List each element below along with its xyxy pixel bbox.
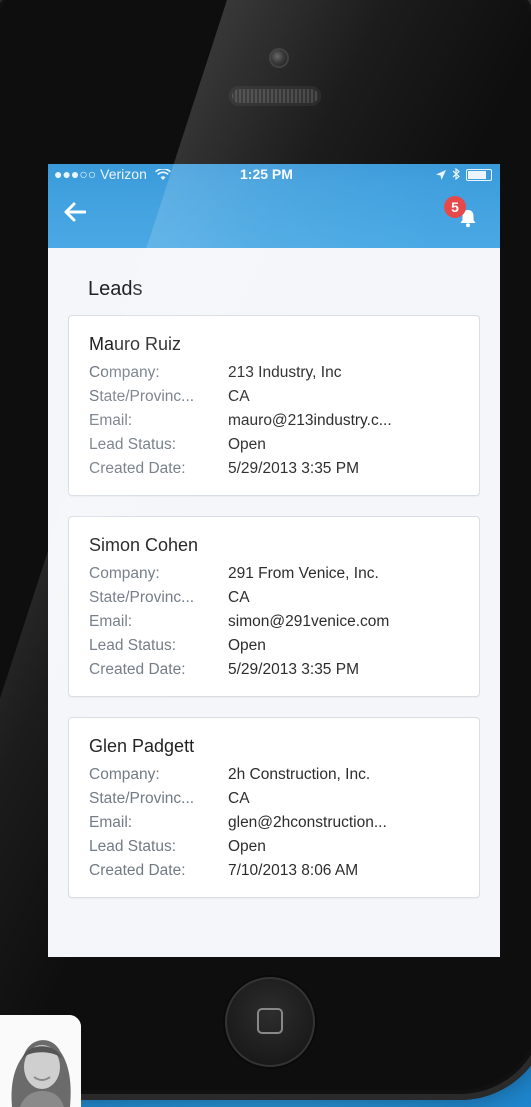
field-value: 2h Construction, Inc. [228, 766, 371, 783]
lead-field-row: Email: mauro@213industry.c... [89, 409, 459, 433]
field-value: 213 Industry, Inc [228, 364, 342, 381]
avatar-photo-icon [0, 1015, 81, 1107]
field-label: Lead Status: [89, 838, 177, 855]
lead-field-row: Company: 291 From Venice, Inc. [89, 562, 459, 586]
field-label: State/Provinc... [89, 388, 195, 405]
lead-field-row: Lead Status: Open [89, 433, 459, 457]
field-label: Email: [89, 412, 133, 429]
lead-field-row: Company: 213 Industry, Inc [89, 361, 459, 385]
leads-list: Leads Mauro Ruiz Company: 213 Industry, I… [48, 248, 500, 898]
field-value: glen@2hconstruction... [228, 814, 387, 831]
presenter-avatar [0, 1015, 81, 1107]
field-value: CA [228, 790, 250, 807]
field-value: mauro@213industry.c... [228, 412, 392, 429]
status-bar: ●●●○○ Verizon 1:25 PM [48, 164, 500, 184]
page-title: Leads [88, 278, 143, 300]
status-icons [436, 167, 492, 183]
field-label: State/Provinc... [89, 790, 195, 807]
lead-name: Mauro Ruiz [89, 334, 182, 354]
field-value: Open [228, 838, 266, 855]
field-value: Open [228, 637, 266, 654]
home-square-icon [257, 1008, 283, 1034]
battery-icon [466, 169, 492, 181]
lead-name: Glen Padgett [89, 736, 195, 756]
app-screen: ●●●○○ Verizon 1:25 PM 5 Leads Mauro Ruiz… [48, 164, 500, 957]
field-label: Company: [89, 565, 160, 582]
lead-field-row: State/Provinc... CA [89, 787, 459, 811]
field-value: CA [228, 388, 250, 405]
field-value: CA [228, 589, 250, 606]
field-label: Created Date: [89, 460, 186, 477]
field-label: Lead Status: [89, 637, 177, 654]
bluetooth-icon [452, 167, 460, 183]
lead-field-row: Email: glen@2hconstruction... [89, 811, 459, 835]
lead-field-row: Company: 2h Construction, Inc. [89, 763, 459, 787]
lead-field-row: Lead Status: Open [89, 634, 459, 658]
lead-field-row: Created Date: 7/10/2013 8:06 AM [89, 859, 459, 883]
lead-field-row: Created Date: 5/29/2013 3:35 PM [89, 658, 459, 682]
field-value: simon@291venice.com [228, 613, 390, 630]
wifi-icon [154, 168, 171, 184]
field-value: 7/10/2013 8:06 AM [228, 862, 359, 879]
field-value: 5/29/2013 3:35 PM [228, 460, 359, 477]
notification-badge[interactable]: 5 [444, 196, 466, 218]
field-value: 291 From Venice, Inc. [228, 565, 379, 582]
status-time: 1:25 PM [240, 166, 293, 182]
lead-card[interactable]: Glen Padgett Company: 2h Construction, In… [68, 717, 480, 898]
lead-field-row: Created Date: 5/29/2013 3:35 PM [89, 457, 459, 481]
field-value: 5/29/2013 3:35 PM [228, 661, 359, 678]
field-label: Created Date: [89, 862, 186, 879]
lead-field-row: Email: simon@291venice.com [89, 610, 459, 634]
app-header: 5 [48, 184, 500, 248]
lead-card[interactable]: Simon Cohen Company: 291 From Venice, Inc… [68, 516, 480, 697]
carrier-label: ●●●○○ Verizon [54, 166, 171, 184]
field-label: Created Date: [89, 661, 186, 678]
lead-field-row: State/Provinc... CA [89, 385, 459, 409]
home-button[interactable] [225, 977, 315, 1067]
earpiece-speaker [229, 86, 321, 106]
lead-card[interactable]: Mauro Ruiz Company: 213 Industry, Inc Sta… [68, 315, 480, 496]
phone-frame: ●●●○○ Verizon 1:25 PM 5 Leads Mauro Ruiz… [0, 0, 531, 1100]
back-arrow-icon[interactable] [64, 200, 87, 226]
front-camera [271, 50, 287, 66]
carrier-text: ●●●○○ Verizon [54, 166, 147, 182]
field-label: Lead Status: [89, 436, 177, 453]
field-label: Company: [89, 766, 160, 783]
lead-field-row: Lead Status: Open [89, 835, 459, 859]
field-value: Open [228, 436, 266, 453]
lead-name: Simon Cohen [89, 535, 199, 555]
field-label: Email: [89, 613, 133, 630]
field-label: State/Provinc... [89, 589, 195, 606]
location-arrow-icon [436, 167, 446, 183]
field-label: Email: [89, 814, 133, 831]
field-label: Company: [89, 364, 160, 381]
lead-field-row: State/Provinc... CA [89, 586, 459, 610]
